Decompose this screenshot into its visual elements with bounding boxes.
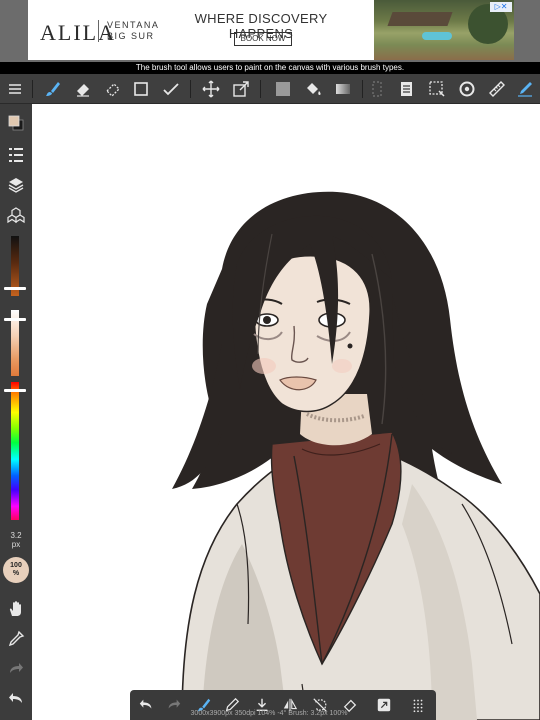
ad-banner[interactable]: ALILA VENTANA BIG SUR WHERE DISCOVERY HA… — [28, 0, 514, 60]
opacity-control[interactable]: 100 % — [3, 557, 29, 583]
eyedropper-icon[interactable] — [5, 628, 27, 650]
ad-logo-sub-line1: VENTANA — [107, 20, 160, 30]
ad-container: ALILA VENTANA BIG SUR WHERE DISCOVERY HA… — [0, 0, 540, 62]
pages-icon[interactable] — [396, 78, 418, 100]
ruler-icon[interactable] — [486, 78, 508, 100]
filter-icon[interactable] — [366, 78, 388, 100]
rectangle-select-icon[interactable] — [130, 78, 152, 100]
brush-list-icon[interactable] — [5, 144, 27, 166]
ad-book-now-button[interactable]: BOOK NOW — [234, 32, 292, 46]
transform-icon[interactable] — [230, 78, 252, 100]
brush-size-readout[interactable]: 3.2 px — [0, 531, 32, 549]
toolbar-divider — [362, 80, 363, 98]
blur-eraser-icon[interactable] — [102, 78, 124, 100]
brush-icon[interactable] — [42, 78, 64, 100]
toolbar-divider — [32, 80, 33, 98]
tool-hint: The brush tool allows users to paint on … — [0, 62, 540, 74]
bottom-toolbar: 3000x3900px 350dpi 104% -4° Brush: 3.2px… — [130, 690, 436, 720]
select-area-icon[interactable] — [426, 78, 448, 100]
snap-icon[interactable] — [456, 78, 478, 100]
pen-icon[interactable] — [514, 78, 536, 100]
grid-icon[interactable] — [408, 695, 428, 715]
opacity-unit: % — [12, 570, 20, 577]
ad-logo-subtitle: VENTANA BIG SUR — [98, 20, 159, 42]
ad-photo-building — [387, 12, 453, 26]
saturation-slider-knob[interactable] — [4, 318, 26, 321]
opacity-value: 100 — [10, 562, 22, 569]
color-swatch-icon[interactable] — [5, 112, 27, 134]
fullscreen-icon[interactable] — [374, 695, 394, 715]
drawing-canvas[interactable] — [32, 104, 540, 720]
mole — [347, 343, 353, 349]
app-root: ALILA VENTANA BIG SUR WHERE DISCOVERY HA… — [0, 0, 540, 720]
materials-icon[interactable] — [5, 204, 27, 226]
toolbar-divider — [260, 80, 261, 98]
eraser-icon[interactable] — [72, 78, 94, 100]
undo-icon[interactable] — [5, 688, 27, 710]
move-icon[interactable] — [200, 78, 222, 100]
left-sidebar: 3.2 px 100 % — [0, 104, 32, 720]
gradient-icon[interactable] — [332, 78, 354, 100]
bucket-icon[interactable] — [302, 78, 324, 100]
brush-size-unit: px — [11, 540, 21, 549]
menu-icon[interactable] — [4, 78, 26, 100]
ad-logo-sub-line2: BIG SUR — [107, 31, 155, 41]
toolbar-divider — [190, 80, 191, 98]
hue-slider-knob[interactable] — [4, 389, 26, 392]
lasso-select-icon[interactable] — [160, 78, 182, 100]
ad-photo-pool — [422, 32, 452, 40]
illustration — [172, 191, 540, 720]
layers-icon[interactable] — [5, 174, 27, 196]
left-pupil — [263, 316, 271, 324]
redo-icon[interactable] — [5, 658, 27, 680]
hue-slider[interactable] — [11, 382, 19, 520]
ad-choices-icon[interactable]: ▷✕ — [490, 2, 512, 12]
undo-icon[interactable] — [136, 695, 156, 715]
blush-right — [332, 359, 352, 373]
brush-size-value: 3.2 — [10, 531, 22, 540]
blush-left — [252, 358, 276, 374]
main-toolbar — [0, 74, 540, 104]
fill-color-icon[interactable] — [272, 78, 294, 100]
hand-icon[interactable] — [5, 598, 27, 620]
value-slider-knob[interactable] — [4, 287, 26, 290]
canvas-status: 3000x3900px 350dpi 104% -4° Brush: 3.2px… — [190, 710, 348, 717]
